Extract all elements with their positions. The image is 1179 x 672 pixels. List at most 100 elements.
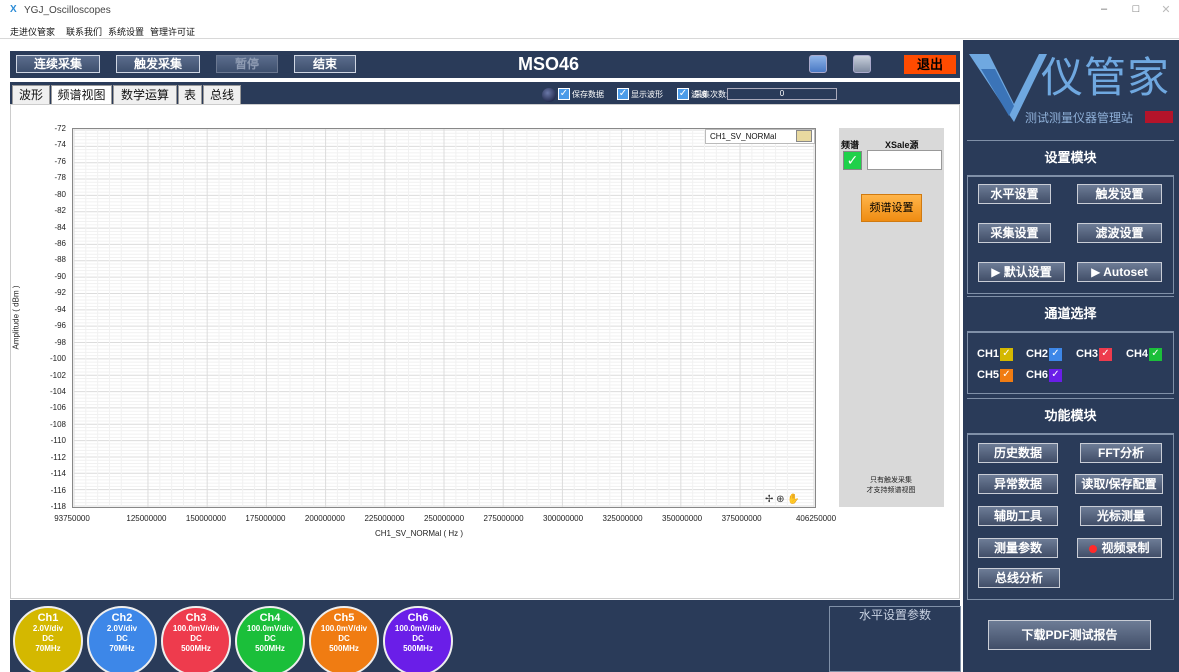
x-tick-label: 250000000 [423,514,465,523]
channel-scale: 100.0mV/div [320,624,368,633]
menu-item-license[interactable]: 管理许可证 [150,25,195,38]
menu-item-contact[interactable]: 联系我们 [66,25,102,38]
menu-bar: 走进仪管家 联系我们 系统设置 管理许可证 [0,22,1179,39]
window-title: YGJ_Oscilloscopes [24,5,111,16]
show-wave-label: 显示波形 [631,90,663,99]
y-tick-label: -96 [54,321,66,331]
channel-bw: 500MHz [181,644,211,653]
minimize-button[interactable]: – [1093,3,1115,15]
xsale-source-input[interactable] [867,150,942,170]
close-button[interactable]: ✕ [1155,3,1177,16]
refresh-icon[interactable] [809,55,827,73]
tab-bus[interactable]: 总线 [203,85,241,104]
channel-6-indicator[interactable]: Ch6 100.0mV/div DC 500MHz [383,606,453,672]
y-tick-label: -108 [49,419,66,429]
y-tick-label: -112 [50,452,66,462]
logo-subtitle: 测试测量仪器管理站 [1025,111,1134,125]
y-tick-label: -78 [54,173,66,183]
ch4-checkbox[interactable]: ✓ [1149,348,1162,361]
maximize-button[interactable]: □ [1125,3,1147,15]
spectrum-note: 只有触发采集 才支持频谱视图 [850,476,932,496]
app-icon: X [10,4,17,15]
channel-name: Ch5 [333,612,355,624]
measure-params-button[interactable]: 测量参数 [978,538,1058,558]
trigger-acquire-button[interactable]: 触发采集 [116,55,200,73]
tab-waveform[interactable]: 波形 [12,85,50,104]
x-tick-label: 125000000 [126,514,167,523]
x-tick-label: 175000000 [245,514,286,523]
x-tick-label: 300000000 [543,514,584,523]
channel-3-indicator[interactable]: Ch3 100.0mV/div DC 500MHz [161,606,231,672]
channel-bw: 500MHz [255,644,285,653]
fft-analysis-button[interactable]: FFT分析 [1080,443,1162,463]
ch6-label: CH6 [1026,369,1049,381]
spectrum-checkbox[interactable]: ✓ [843,151,862,170]
record-icon [1089,544,1098,553]
title-bar: X YGJ_Oscilloscopes – □ ✕ [0,0,1179,22]
y-tick-label: -76 [54,156,66,166]
channel-4-indicator[interactable]: Ch4 100.0mV/div DC 500MHz [235,606,305,672]
video-record-label: 视频录制 [1101,541,1150,555]
pause-button[interactable]: 暂停 [216,55,278,73]
x-tick-label: 350000000 [662,514,703,523]
y-tick-label: -86 [54,239,66,249]
save-data-checkbox[interactable]: ✓ [558,88,570,100]
bus-analysis-button[interactable]: 总线分析 [978,568,1060,588]
tab-spectrum-view[interactable]: 频谱视图 [51,85,112,105]
channel-select-header: 通道选择 [967,296,1174,332]
download-pdf-report-button[interactable]: 下载PDF测试报告 [988,620,1151,650]
legend-color-swatch[interactable] [796,130,812,142]
menu-item-about[interactable]: 走进仪管家 [10,25,55,38]
x-axis-label: CH1_SV_NORMal ( Hz ) [375,529,464,538]
channel-scale: 100.0mV/div [172,624,220,633]
ch6-checkbox[interactable]: ✓ [1049,369,1062,382]
history-data-button[interactable]: 历史数据 [978,443,1058,463]
plot-tools[interactable]: ✢ ⊕ ✋ [765,494,800,505]
ch1-label: CH1 [977,348,1000,360]
y-tick-label: -88 [54,255,66,265]
x-tick-label: 406250000 [795,514,837,523]
channel-5-indicator[interactable]: Ch5 100.0mV/div DC 500MHz [309,606,379,672]
channel-coupling: DC [338,634,350,643]
autoset-button[interactable]: ▶ Autoset [1077,262,1162,282]
filter-settings-button[interactable]: 滤波设置 [1077,223,1162,243]
quit-button[interactable]: 退出 [904,55,956,74]
save-data-label: 保存数据 [572,90,604,99]
spectrum-plot[interactable] [72,128,816,508]
cursor-measure-button[interactable]: 光标测量 [1080,506,1162,526]
menu-item-system-settings[interactable]: 系统设置 [108,25,144,38]
filter-checkbox[interactable]: ✓ [677,88,689,100]
ch2-checkbox[interactable]: ✓ [1049,348,1062,361]
trigger-settings-button[interactable]: 触发设置 [1077,184,1162,204]
ch3-checkbox[interactable]: ✓ [1099,348,1112,361]
model-title: MSO46 [518,54,580,74]
video-record-button[interactable]: 视频录制 [1077,538,1162,558]
aux-tools-button[interactable]: 辅助工具 [978,506,1058,526]
settings-icon[interactable] [853,55,871,73]
ch1-checkbox[interactable]: ✓ [1000,348,1013,361]
y-tick-label: -106 [49,403,66,413]
horizontal-settings-button[interactable]: 水平设置 [978,184,1051,204]
channel-2-indicator[interactable]: Ch2 2.0V/div DC 70MHz [87,606,157,672]
channel-1-indicator[interactable]: Ch1 2.0V/div DC 70MHz [13,606,83,672]
continuous-acquire-button[interactable]: 连续采集 [16,55,100,73]
abnormal-data-button[interactable]: 异常数据 [978,474,1058,494]
read-save-config-button[interactable]: 读取/保存配置 [1075,474,1163,494]
y-tick-label: -110 [50,436,66,446]
acquire-settings-button[interactable]: 采集设置 [978,223,1051,243]
ch5-label: CH5 [977,369,1000,381]
spectrum-note-line2: 才支持频谱视图 [866,487,916,494]
acquire-count-field: 0 [727,88,837,100]
spectrum-settings-button[interactable]: 频谱设置 [861,194,922,222]
acquire-count-label: 采集次数: [694,90,729,99]
stop-button[interactable]: 结束 [294,55,356,73]
channel-scale: 2.0V/div [106,624,138,633]
ch2-label: CH2 [1026,348,1049,360]
horizontal-params-title: 水平设置参数 [858,608,931,622]
show-wave-checkbox[interactable]: ✓ [617,88,629,100]
tab-math[interactable]: 数学运算 [113,85,177,104]
ch5-checkbox[interactable]: ✓ [1000,369,1013,382]
default-settings-button[interactable]: ▶ 默认设置 [978,262,1065,282]
x-tick-label: 150000000 [185,514,226,523]
tab-table[interactable]: 表 [178,85,202,104]
